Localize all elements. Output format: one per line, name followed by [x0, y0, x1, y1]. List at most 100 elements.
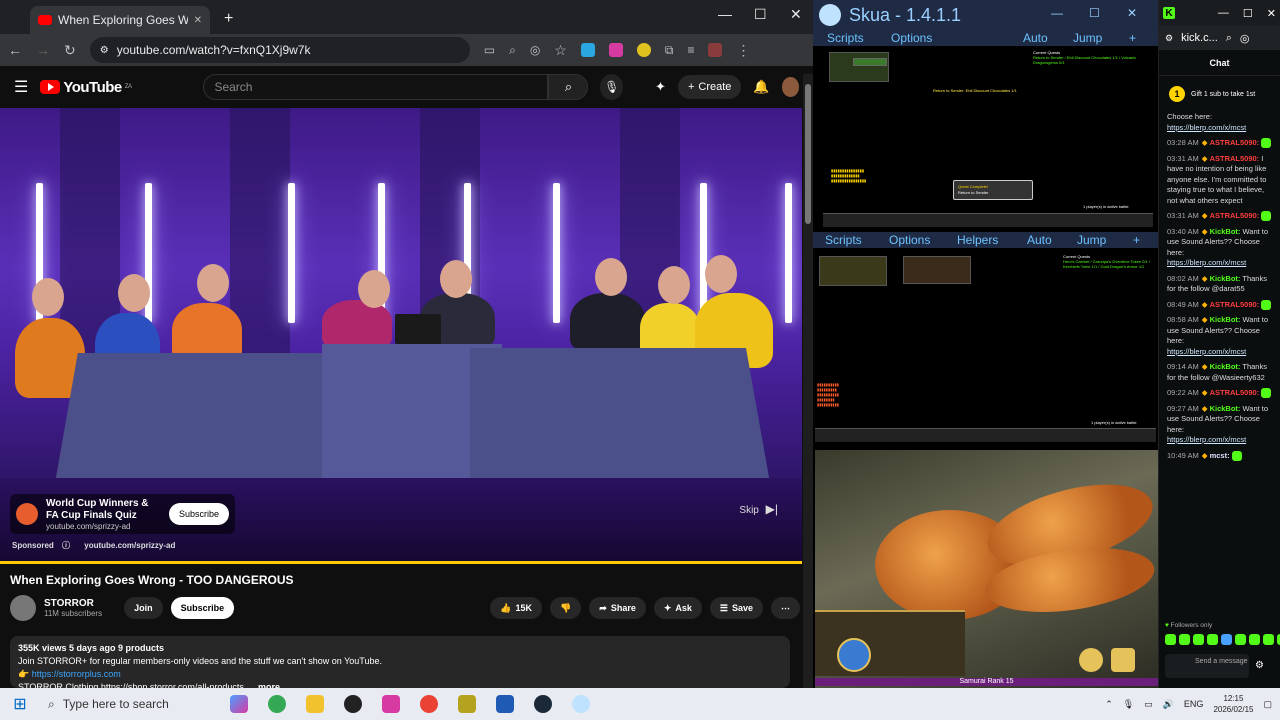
- bookmark-star-icon[interactable]: ☆: [554, 42, 567, 59]
- ad-card[interactable]: World Cup Winners & FA Cup Finals Quiz y…: [10, 494, 235, 534]
- new-tab-button[interactable]: +: [224, 10, 233, 28]
- emote-icon[interactable]: [1221, 634, 1232, 645]
- item-icon[interactable]: [1111, 648, 1135, 672]
- chat-settings-icon[interactable]: ⚙: [1255, 660, 1264, 671]
- dislike-button[interactable]: 👎: [550, 597, 582, 619]
- game-pane-2[interactable]: Current Quests Hero's Cabinet / Grandpa'…: [815, 252, 1156, 442]
- info-icon[interactable]: ⓘ: [62, 541, 70, 550]
- address-bar[interactable]: ⚙ youtube.com/watch?v=fxnQ1Xj9w7k: [89, 37, 470, 63]
- more-actions-button[interactable]: ⋯: [771, 597, 800, 619]
- emote-icon[interactable]: [1207, 634, 1218, 645]
- taskbar-search[interactable]: ⌕ Type here to search: [40, 688, 220, 720]
- page-scrollbar[interactable]: [803, 74, 813, 688]
- extension-3-icon[interactable]: [636, 43, 651, 57]
- tab-youtube[interactable]: When Exploring Goes Wrong ✕: [30, 6, 210, 34]
- emote-icon[interactable]: [1165, 634, 1176, 645]
- chat-link[interactable]: https://blerp.com/x/mcst: [1167, 258, 1246, 267]
- site-info-icon[interactable]: ⚙: [100, 45, 109, 56]
- storrorplus-link[interactable]: https://storrorplus.com: [32, 669, 121, 679]
- game-client-icon[interactable]: [496, 695, 514, 713]
- menu-jump-2[interactable]: Jump: [1077, 233, 1106, 247]
- kick-close-button[interactable]: ✕: [1267, 7, 1276, 20]
- ad-progress-bar[interactable]: [0, 561, 802, 564]
- create-button[interactable]: + Create: [677, 75, 742, 99]
- game-pane-3[interactable]: Samurai Rank 15: [815, 450, 1158, 688]
- close-button[interactable]: ✕: [790, 6, 802, 23]
- skua-close-button[interactable]: ✕: [1127, 6, 1137, 20]
- chat-username[interactable]: KickBot:: [1210, 315, 1241, 324]
- language-indicator[interactable]: ENG: [1184, 699, 1204, 709]
- chat-input[interactable]: Send a message: [1165, 654, 1249, 678]
- snipping-tool-icon[interactable]: [382, 695, 400, 713]
- ad-subscribe-button[interactable]: Subscribe: [168, 503, 229, 525]
- extensions-puzzle-icon[interactable]: ⧉: [665, 43, 674, 58]
- chat-username[interactable]: KickBot:: [1210, 404, 1241, 413]
- kick-maximize-button[interactable]: ☐: [1243, 7, 1253, 20]
- menu-scripts[interactable]: Scripts: [827, 31, 864, 45]
- start-button[interactable]: ⊞: [0, 694, 40, 714]
- clock[interactable]: 12:15 2026/02/15: [1213, 693, 1253, 715]
- emote-icon[interactable]: [1193, 634, 1204, 645]
- menu-helpers[interactable]: Helpers: [957, 233, 998, 247]
- media-icon[interactable]: ≡: [687, 43, 694, 57]
- game-launcher-icon[interactable]: [458, 695, 476, 713]
- menu-auto-2[interactable]: Auto: [1027, 233, 1052, 247]
- emote-icon[interactable]: [1263, 634, 1274, 645]
- chat-username[interactable]: ASTRAL5090:: [1210, 300, 1260, 309]
- microphone-icon[interactable]: 🎙: [1123, 699, 1134, 710]
- chat-link[interactable]: https://blerp.com/x/mcst: [1167, 347, 1246, 356]
- ask-button[interactable]: ✦ Ask: [653, 597, 702, 619]
- chat-link[interactable]: https://blerp.com/x/mcst: [1167, 123, 1246, 132]
- sponsored-url[interactable]: youtube.com/sprizzy-ad: [84, 541, 175, 550]
- search-button[interactable]: ⌕: [548, 74, 589, 100]
- menu-options[interactable]: Options: [891, 31, 932, 45]
- kick-zoom-icon[interactable]: ⌕: [1226, 32, 1232, 45]
- cast-icon[interactable]: ▭: [484, 43, 495, 57]
- chat-username[interactable]: ASTRAL5090:: [1210, 211, 1260, 220]
- kick-tune-icon[interactable]: ⚙: [1165, 33, 1173, 44]
- volume-icon[interactable]: 🔊: [1163, 699, 1174, 710]
- chat-username[interactable]: KickBot:: [1210, 274, 1241, 283]
- share-button[interactable]: ➦ Share: [589, 597, 646, 619]
- tray-chevron-icon[interactable]: ⌃: [1105, 699, 1113, 710]
- file-explorer-icon[interactable]: [306, 695, 324, 713]
- scrollbar-thumb[interactable]: [805, 84, 811, 224]
- quest-complete-popup[interactable]: Quest Complete! Return to Sender: [953, 180, 1033, 200]
- skua-minimize-button[interactable]: —: [1051, 6, 1063, 20]
- menu-jump[interactable]: Jump: [1073, 31, 1102, 45]
- menu-plus-2[interactable]: +: [1133, 233, 1140, 247]
- action-bar-2[interactable]: [815, 428, 1156, 442]
- profile-icon[interactable]: [708, 43, 723, 57]
- search-input[interactable]: Search: [203, 74, 549, 100]
- hamburger-menu-icon[interactable]: ☰: [14, 77, 28, 97]
- skua-taskbar-icon[interactable]: [572, 695, 590, 713]
- channel-avatar[interactable]: [10, 595, 36, 621]
- voice-search-button[interactable]: 🎙: [600, 74, 624, 100]
- kick-eye-off-icon[interactable]: ◎: [1240, 32, 1250, 45]
- menu-options-2[interactable]: Options: [889, 233, 930, 247]
- emote-icon[interactable]: [1179, 634, 1190, 645]
- join-button[interactable]: Join: [124, 597, 163, 619]
- extension-1-icon[interactable]: [580, 43, 595, 57]
- menu-plus[interactable]: +: [1129, 31, 1136, 45]
- subscribe-button[interactable]: Subscribe: [170, 597, 235, 619]
- chat-username[interactable]: mcst:: [1210, 451, 1230, 460]
- forward-icon[interactable]: →: [36, 42, 50, 58]
- notifications-bell-icon[interactable]: 🔔: [753, 79, 769, 95]
- network-icon[interactable]: ▭: [1144, 699, 1153, 710]
- chat-username[interactable]: KickBot:: [1210, 227, 1241, 236]
- chat-link[interactable]: https://blerp.com/x/mcst: [1167, 435, 1246, 444]
- menu-scripts-2[interactable]: Scripts: [825, 233, 862, 247]
- account-avatar[interactable]: [781, 77, 799, 97]
- chrome-active-icon[interactable]: [420, 695, 438, 713]
- video-player[interactable]: World Cup Winners & FA Cup Finals Quiz y…: [0, 108, 802, 564]
- potion-icon[interactable]: [1079, 648, 1103, 672]
- like-button[interactable]: 👍 15K: [490, 597, 543, 619]
- emote-icon[interactable]: [1249, 634, 1260, 645]
- steam-icon[interactable]: [534, 695, 552, 713]
- zoom-icon[interactable]: ⌕: [509, 43, 516, 58]
- copilot-icon[interactable]: [230, 695, 248, 713]
- emote-icon[interactable]: [1235, 634, 1246, 645]
- chat-username[interactable]: ASTRAL5090:: [1210, 388, 1260, 397]
- skill-icon[interactable]: [837, 638, 871, 672]
